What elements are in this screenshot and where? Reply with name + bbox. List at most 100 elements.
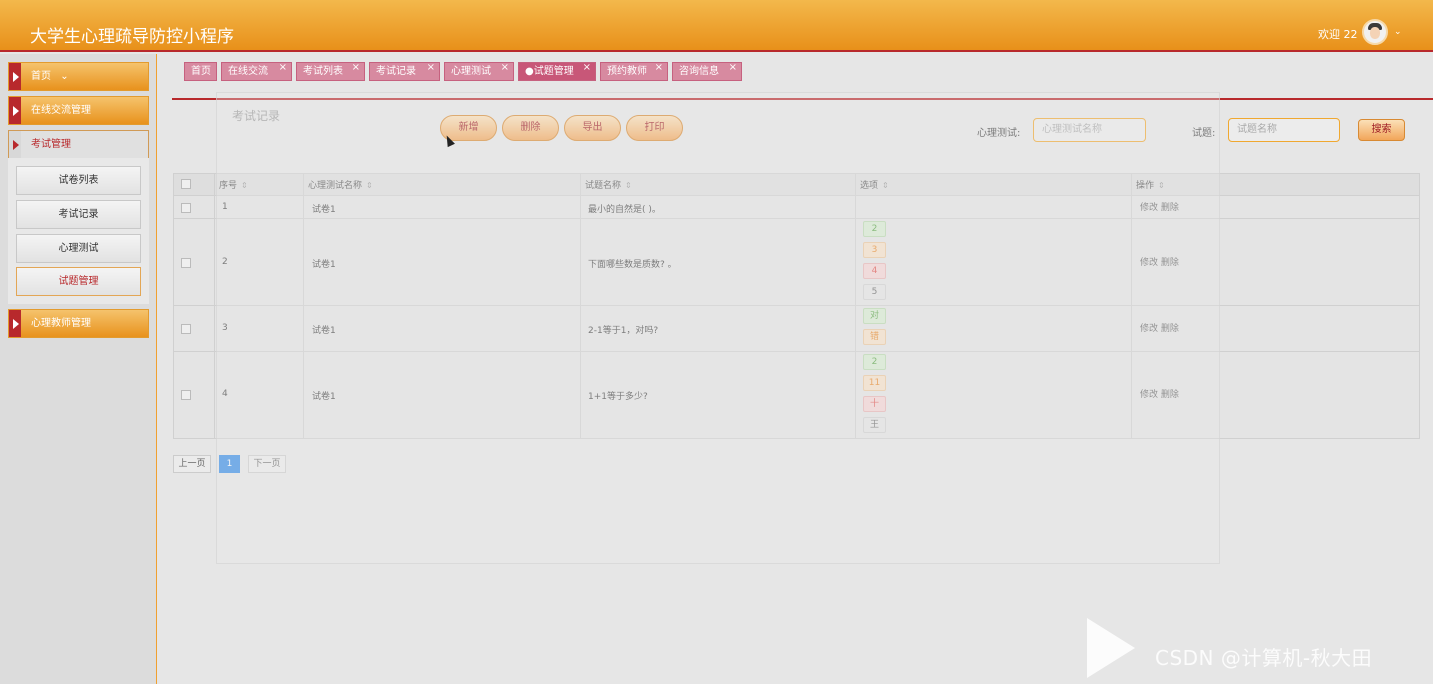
close-icon[interactable]: ×: [729, 59, 737, 76]
select-all-checkbox[interactable]: [181, 179, 191, 189]
chevron-down-icon: ⌄: [60, 71, 69, 82]
delete-link[interactable]: 删除: [1161, 203, 1179, 213]
sidebar-item-exam-management[interactable]: 考试管理: [8, 130, 149, 159]
row-divider: [174, 218, 1419, 219]
tab-exam-list[interactable]: 考试列表 ×: [296, 62, 365, 81]
edit-link[interactable]: 修改: [1140, 258, 1158, 268]
close-icon[interactable]: ×: [352, 59, 360, 76]
chevron-right-icon: [9, 63, 21, 90]
close-icon[interactable]: ×: [655, 59, 663, 76]
option-badge: 错: [863, 329, 886, 345]
tab-online-chat[interactable]: 在线交流 ×: [221, 62, 292, 81]
row-test-name: 试卷1: [312, 326, 336, 336]
option-badge: 3: [863, 242, 886, 258]
row-actions: 修改 删除: [1140, 387, 1179, 400]
column-divider: [214, 174, 215, 438]
option-badge: 2: [863, 354, 886, 370]
delete-link[interactable]: 删除: [1161, 258, 1179, 268]
row-actions: 修改 删除: [1140, 255, 1179, 268]
row-question: 下面哪些数是质数? 。: [588, 260, 677, 270]
delete-button[interactable]: 删除: [502, 115, 559, 141]
table-header: 序号 ⇕ 心理测试名称 ⇕ 试题名称 ⇕ 选项 ⇕ 操作 ⇕: [174, 174, 1419, 196]
delete-link[interactable]: 删除: [1161, 390, 1179, 400]
header-actions[interactable]: 操作 ⇕: [1136, 178, 1165, 191]
row-question: 1+1等于多少?: [588, 392, 648, 402]
tab-psych-test[interactable]: 心理测试 ×: [444, 62, 514, 81]
sort-icon: ⇕: [625, 181, 632, 190]
row-test-name: 试卷1: [312, 392, 336, 402]
row-actions: 修改 删除: [1140, 321, 1179, 334]
psych-test-label: 心理测试:: [977, 128, 1021, 139]
row-actions: 修改 删除: [1140, 200, 1179, 213]
search-button[interactable]: 搜索: [1358, 119, 1405, 141]
tab-home[interactable]: 首页: [184, 62, 217, 81]
edit-link[interactable]: 修改: [1140, 324, 1158, 334]
row-no: 1: [222, 202, 228, 212]
questions-table: 序号 ⇕ 心理测试名称 ⇕ 试题名称 ⇕ 选项 ⇕ 操作 ⇕ 1 试卷1 最小的自然是( …: [173, 173, 1420, 439]
overlay-ghost-title: 考试记录: [232, 109, 281, 123]
header-no[interactable]: 序号 ⇕: [219, 178, 248, 191]
sidebar-item-home[interactable]: 首页 ⌄: [8, 62, 149, 91]
top-header: 大学生心理疏导防控小程序 欢迎 22 ⌄: [0, 0, 1433, 52]
submenu-item-paper-list[interactable]: 试卷列表: [16, 166, 141, 195]
tab-question-management[interactable]: ●试题管理 ×: [518, 62, 596, 81]
delete-link[interactable]: 删除: [1161, 324, 1179, 334]
row-no: 3: [222, 323, 228, 333]
header-question-name[interactable]: 试题名称 ⇕: [585, 178, 632, 191]
chevron-down-icon[interactable]: ⌄: [1394, 27, 1402, 37]
sort-icon: ⇕: [366, 181, 373, 190]
column-divider: [303, 174, 304, 438]
column-divider: [580, 174, 581, 438]
edit-link[interactable]: 修改: [1140, 203, 1158, 213]
close-icon[interactable]: ×: [279, 59, 287, 76]
print-button[interactable]: 打印: [626, 115, 683, 141]
page-number-button[interactable]: 1: [219, 455, 240, 473]
user-avatar-icon[interactable]: [1362, 19, 1388, 45]
sort-icon: ⇕: [882, 181, 889, 190]
export-button[interactable]: 导出: [564, 115, 621, 141]
submenu-item-exam-records[interactable]: 考试记录: [16, 200, 141, 229]
welcome-text: 欢迎 22: [1318, 28, 1358, 41]
exam-submenu: 试卷列表 考试记录 心理测试 试题管理: [8, 158, 149, 304]
row-checkbox[interactable]: [181, 203, 191, 213]
close-icon[interactable]: ×: [427, 59, 435, 76]
question-label: 试题:: [1192, 128, 1216, 139]
submenu-item-psych-test[interactable]: 心理测试: [16, 234, 141, 263]
row-checkbox[interactable]: [181, 390, 191, 400]
close-icon[interactable]: ×: [583, 59, 591, 76]
row-test-name: 试卷1: [312, 205, 336, 215]
header-options[interactable]: 选项 ⇕: [860, 178, 889, 191]
option-badge: 11: [863, 375, 886, 391]
edit-link[interactable]: 修改: [1140, 390, 1158, 400]
chevron-right-icon: [9, 310, 21, 337]
column-divider: [855, 174, 856, 438]
row-checkbox[interactable]: [181, 258, 191, 268]
sidebar-item-chat-management[interactable]: 在线交流管理: [8, 96, 149, 125]
row-divider: [174, 351, 1419, 352]
question-input[interactable]: 试题名称: [1228, 118, 1340, 142]
prev-page-button[interactable]: 上一页: [173, 455, 211, 473]
row-question: 最小的自然是( )。: [588, 205, 661, 215]
tab-consult-info[interactable]: 咨询信息 ×: [672, 62, 742, 81]
play-logo-icon: [1087, 618, 1135, 678]
row-divider: [174, 305, 1419, 306]
option-badge: 十: [863, 396, 886, 412]
tab-book-teacher[interactable]: 预约教师 ×: [600, 62, 668, 81]
next-page-button[interactable]: 下一页: [248, 455, 286, 473]
row-checkbox[interactable]: [181, 324, 191, 334]
column-divider: [1131, 174, 1132, 438]
chevron-right-icon: [9, 131, 21, 158]
close-icon[interactable]: ×: [501, 59, 509, 76]
sidebar-item-teacher-management[interactable]: 心理教师管理: [8, 309, 149, 338]
tab-exam-records[interactable]: 考试记录 ×: [369, 62, 440, 81]
sort-icon: ⇕: [241, 181, 248, 190]
app-title: 大学生心理疏导防控小程序: [30, 27, 234, 47]
option-badge: 5: [863, 284, 886, 300]
psych-test-input[interactable]: 心理测试名称: [1033, 118, 1146, 142]
header-test-name[interactable]: 心理测试名称 ⇕: [308, 178, 373, 191]
row-no: 2: [222, 257, 228, 267]
submenu-item-question-management[interactable]: 试题管理: [16, 267, 141, 296]
option-badge: 王: [863, 417, 886, 433]
row-no: 4: [222, 389, 228, 399]
watermark-text: CSDN @计算机-秋大田: [1155, 646, 1373, 670]
